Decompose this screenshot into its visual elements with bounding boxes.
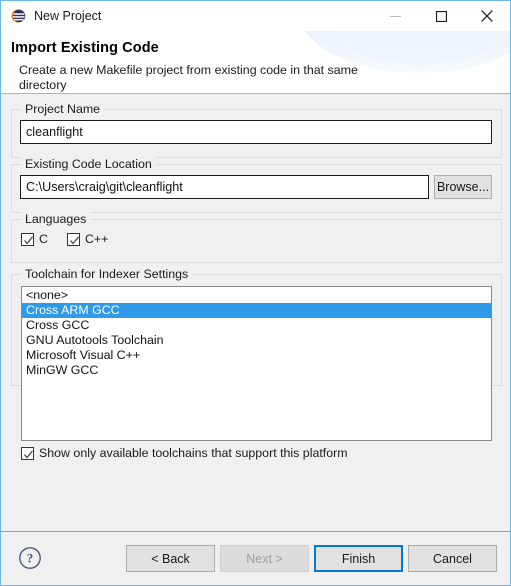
help-circle-icon[interactable]: ? — [18, 546, 42, 570]
checkbox-box — [21, 232, 34, 246]
list-item[interactable]: <none> — [22, 288, 491, 303]
language-label-cpp: C++ — [84, 232, 109, 246]
list-item[interactable]: MinGW GCC — [22, 363, 491, 378]
footer-button-group: < Back Next > Finish Cancel — [126, 545, 497, 572]
dialog-footer: ? < Back Next > Finish Cancel — [1, 531, 510, 585]
existing-code-location-group-label: Existing Code Location — [21, 157, 156, 171]
existing-code-location-input[interactable]: C:\Users\craig\git\cleanflight — [20, 175, 429, 199]
page-title: Import Existing Code — [11, 40, 159, 56]
list-item[interactable]: Microsoft Visual C++ — [22, 348, 491, 363]
list-item[interactable]: GNU Autotools Toolchain — [22, 333, 491, 348]
toolchain-listbox[interactable]: <none> Cross ARM GCC Cross GCC GNU Autot… — [21, 286, 492, 441]
finish-button[interactable]: Finish — [314, 545, 403, 572]
languages-checkbox-row: C C++ — [21, 232, 108, 246]
eclipse-sphere-icon — [10, 8, 26, 24]
project-name-group-label: Project Name — [21, 102, 105, 116]
show-only-available-checkbox[interactable]: Show only available toolchains that supp… — [21, 446, 348, 460]
window-title: New Project — [34, 8, 102, 23]
browse-button[interactable]: Browse... — [434, 175, 492, 199]
minimize-icon[interactable] — [372, 1, 418, 31]
caption-button-group — [372, 1, 510, 31]
title-bar: New Project — [1, 1, 510, 31]
new-project-dialog: New Project Import Existing Code Create … — [0, 0, 511, 586]
close-icon[interactable] — [464, 1, 510, 31]
list-item[interactable]: Cross GCC — [22, 318, 491, 333]
back-button[interactable]: < Back — [126, 545, 215, 572]
language-label-c: C — [39, 232, 48, 246]
toolchain-group-label: Toolchain for Indexer Settings — [21, 267, 193, 281]
language-checkbox-cpp[interactable]: C++ — [66, 232, 109, 246]
checkbox-box — [21, 446, 34, 460]
project-name-input[interactable]: cleanflight — [20, 120, 492, 144]
cancel-button[interactable]: Cancel — [408, 545, 497, 572]
language-checkbox-c[interactable]: C — [21, 232, 48, 246]
list-item[interactable]: Cross ARM GCC — [22, 303, 491, 318]
dialog-body: Project Name cleanflight Existing Code L… — [1, 94, 510, 534]
languages-group-label: Languages — [21, 212, 91, 226]
show-only-available-label: Show only available toolchains that supp… — [39, 446, 348, 460]
maximize-icon[interactable] — [418, 1, 464, 31]
page-description: Create a new Makefile project from exist… — [19, 63, 358, 92]
next-button: Next > — [220, 545, 309, 572]
svg-text:?: ? — [27, 551, 34, 566]
wizard-header: Import Existing Code Create a new Makefi… — [1, 31, 510, 94]
checkbox-box — [66, 232, 80, 246]
